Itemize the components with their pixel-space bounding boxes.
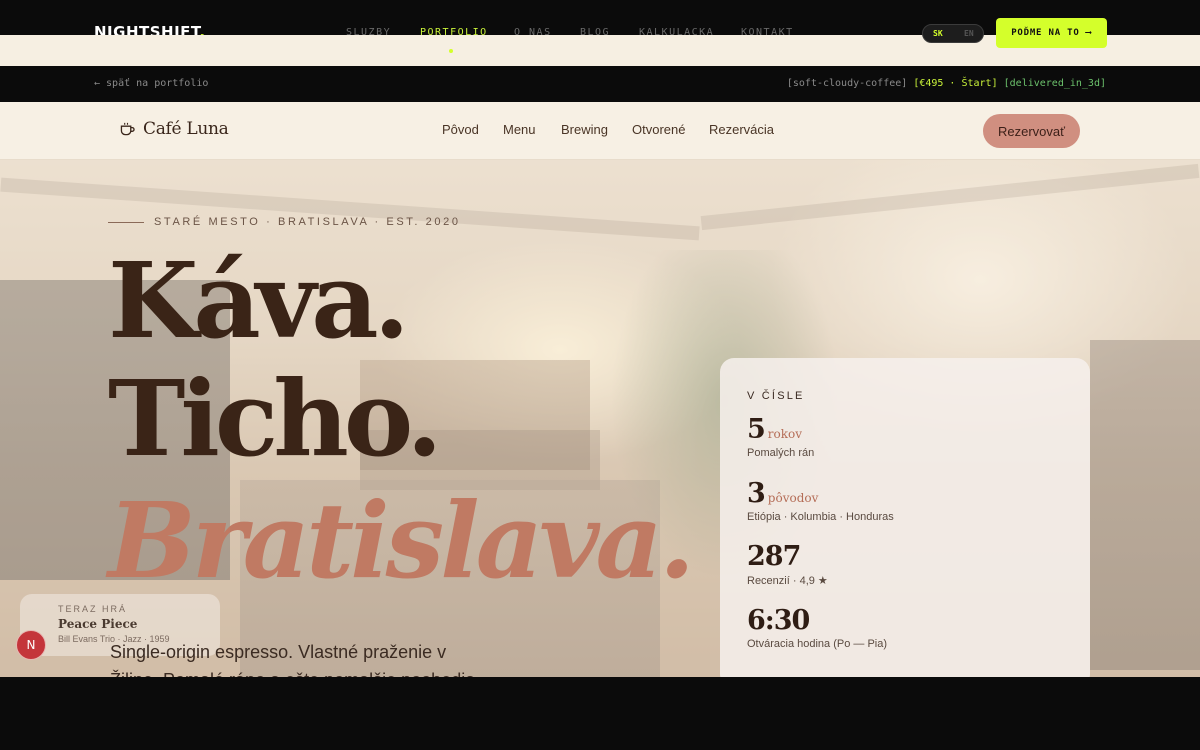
stat-desc: Recenzií · 4,9 ★ xyxy=(747,575,828,587)
stat-value: 6:30 xyxy=(747,605,810,636)
nav-portfolio[interactable]: PORTFOLIO xyxy=(420,28,488,35)
stat-value: 5 xyxy=(747,414,766,445)
nav-kalkulacka[interactable]: KALKULAČKA xyxy=(639,28,714,35)
cta-label: POĎME NA TO xyxy=(1011,28,1080,38)
cafe-nav-otvorene[interactable]: Otvorené xyxy=(632,122,685,137)
coffee-cup-icon xyxy=(120,122,135,136)
cafe-header: Café Luna Pôvod Menu Brewing Otvorené Re… xyxy=(0,102,1200,160)
tag-template: [soft-cloudy-coffee] xyxy=(786,78,908,89)
hero-section: STARÉ MESTO · BRATISLAVA · EST. 2020 Káv… xyxy=(0,160,1200,677)
tag-status: [delivered_in_3d] xyxy=(1003,78,1106,89)
project-tags: [soft-cloudy-coffee] [€495 · Štart] [del… xyxy=(787,78,1106,89)
nav-kontakt[interactable]: KONTAKT xyxy=(741,28,794,35)
cafe-logo[interactable]: Café Luna xyxy=(120,119,229,139)
back-to-portfolio-link[interactable]: ← späť na portfolio xyxy=(94,78,208,89)
headline-line-1: Káva. xyxy=(108,239,410,362)
cta-button[interactable]: POĎME NA TO ⟶ xyxy=(996,18,1107,48)
player-label: TERAZ HRÁ xyxy=(58,604,128,614)
nav-blog[interactable]: BLOG xyxy=(580,28,610,35)
stat-desc: Etiópia · Kolumbia · Honduras xyxy=(747,511,894,523)
cafe-nav-rezervacia[interactable]: Rezervácia xyxy=(709,122,774,137)
eyebrow-text: STARÉ MESTO · BRATISLAVA · EST. 2020 xyxy=(154,216,461,228)
nav-sluzby[interactable]: SLUŽBY xyxy=(346,28,391,35)
agency-logo[interactable]: NIGHTSHIFT. xyxy=(94,24,206,35)
lang-sk[interactable]: SK xyxy=(933,29,943,38)
hero-eyebrow: STARÉ MESTO · BRATISLAVA · EST. 2020 xyxy=(108,216,461,228)
stat-desc: Pomalých rán xyxy=(747,447,815,459)
cafe-nav-povod[interactable]: Pôvod xyxy=(442,122,479,137)
stat-item: 5 rokov Pomalých rán xyxy=(747,414,814,459)
stats-card: V ČÍSLE 5 rokov Pomalých rán 3 pôvodov Eti… xyxy=(720,358,1090,677)
stat-unit: pôvodov xyxy=(767,491,819,505)
arrow-right-icon: ⟶ xyxy=(1085,28,1092,38)
cafe-name: Café Luna xyxy=(143,119,229,139)
tag-price: [€495 · Štart] xyxy=(913,78,998,89)
project-bar: ← späť na portfolio [soft-cloudy-coffee]… xyxy=(0,66,1200,102)
hero-subtext: Single-origin espresso. Vlastné praženie… xyxy=(110,642,480,677)
language-switch[interactable]: SK EN xyxy=(922,24,984,43)
stats-header: V ČÍSLE xyxy=(747,390,805,402)
agency-brand-text: NIGHTSHIFT xyxy=(94,24,200,35)
eyebrow-rule xyxy=(108,221,144,223)
cafe-nav-menu[interactable]: Menu xyxy=(503,122,536,137)
reserve-button[interactable]: Rezervovať xyxy=(983,114,1080,148)
active-nav-indicator xyxy=(449,49,453,53)
player-track-title: Peace Piece xyxy=(58,617,138,631)
stat-item: 287 Recenzií · 4,9 ★ xyxy=(747,541,828,587)
stat-item: 6:30 Otváracia hodina (Po — Pia) xyxy=(747,605,887,650)
headline-line-2: Ticho. xyxy=(108,357,443,480)
cafe-nav-brewing[interactable]: Brewing xyxy=(561,122,608,137)
stat-item: 3 pôvodov Etiópia · Kolumbia · Honduras xyxy=(747,478,894,523)
stat-desc: Otváracia hodina (Po — Pia) xyxy=(747,638,888,650)
stat-unit: rokov xyxy=(767,427,803,441)
viewport-bottom-bar xyxy=(0,677,1200,750)
stat-value: 287 xyxy=(747,541,801,572)
player-toggle-button[interactable]: N xyxy=(16,630,46,660)
nav-o-nas[interactable]: O NÁS xyxy=(514,28,552,35)
headline-line-3: Bratislava. xyxy=(108,479,695,602)
stat-value: 3 xyxy=(747,478,766,509)
brand-dot: . xyxy=(199,24,206,35)
lang-en[interactable]: EN xyxy=(964,29,974,38)
